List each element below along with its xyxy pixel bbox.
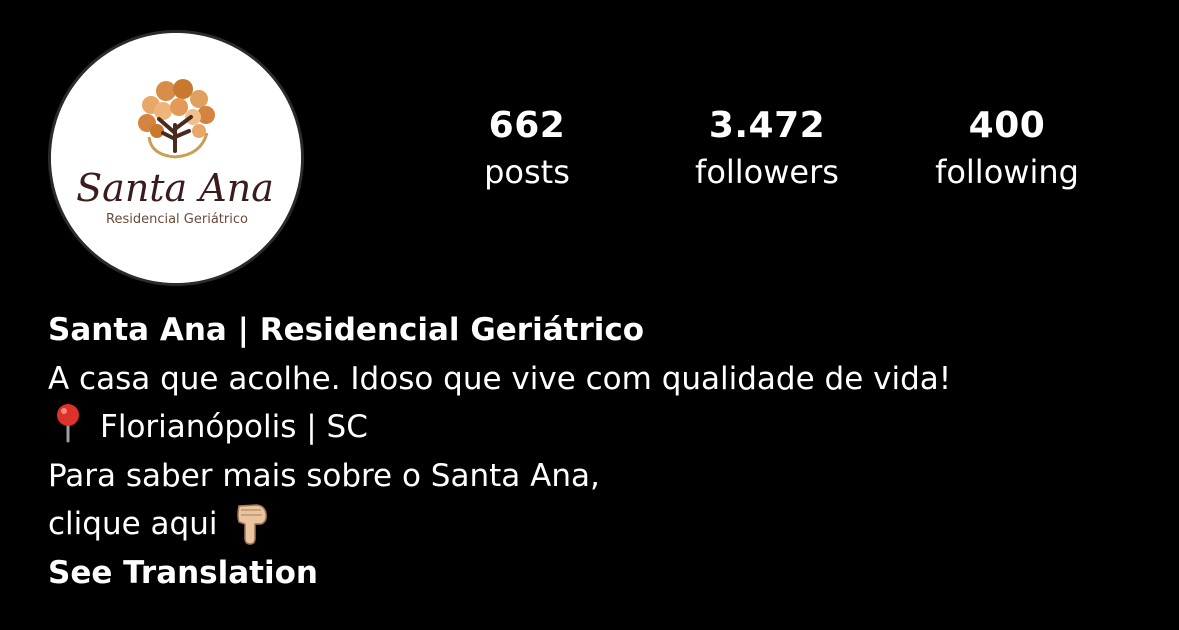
followers-label: followers (695, 153, 839, 191)
posts-label: posts (484, 153, 570, 191)
following-stat[interactable]: 400 following (897, 102, 1117, 196)
following-count: 400 (968, 105, 1046, 146)
bio-text-2: Para saber mais sobre o Santa Ana, (48, 457, 600, 494)
followers-count: 3.472 (708, 105, 826, 146)
bio-link-line[interactable]: clique aqui (48, 500, 1148, 549)
see-translation-button[interactable]: See Translation (48, 549, 1148, 598)
following-label: following (935, 153, 1079, 191)
posts-stat[interactable]: 662 posts (417, 102, 637, 196)
round-pushpin-icon (57, 404, 79, 443)
display-name: Santa Ana | Residencial Geriátrico (48, 312, 645, 348)
logo-subtitle: Residencial Geriátrico (106, 212, 248, 227)
logo-name: Santa Ana (76, 166, 274, 210)
backhand-index-pointing-down-icon (237, 504, 268, 545)
location-line: Florianópolis | SC (48, 403, 1148, 452)
bio-text: A casa que acolhe. Idoso que vive com qu… (48, 360, 952, 397)
location-text: Florianópolis | SC (100, 409, 368, 445)
followers-stat[interactable]: 3.472 followers (657, 102, 877, 196)
profile-bio: Santa Ana | Residencial Geriátrico A cas… (48, 306, 1148, 597)
bio-link-text: clique aqui (48, 506, 218, 542)
posts-count: 662 (488, 105, 566, 146)
santa-ana-logo: Santa Ana Residencial Geriátrico (51, 33, 301, 283)
profile-avatar[interactable]: Santa Ana Residencial Geriátrico (48, 30, 304, 286)
